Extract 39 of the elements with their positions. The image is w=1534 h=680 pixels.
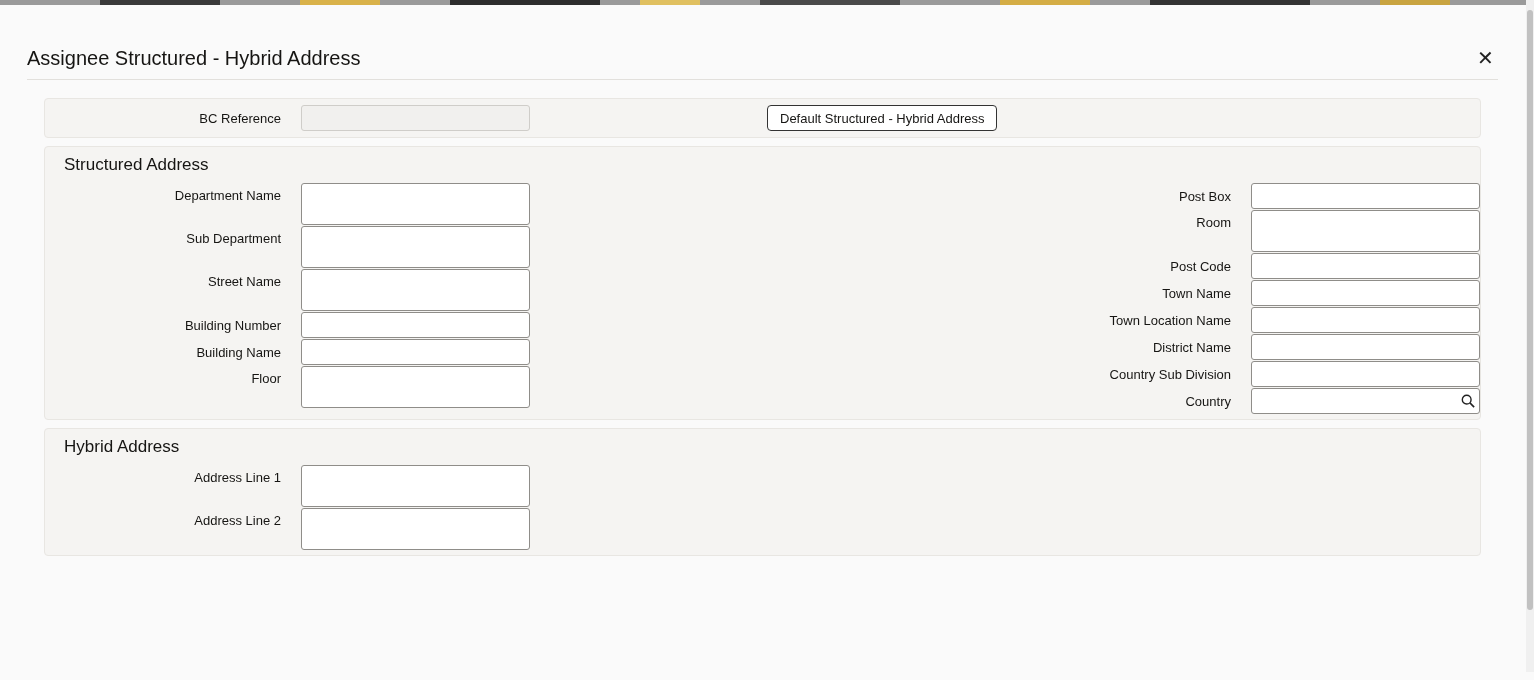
input-field[interactable] bbox=[1251, 183, 1480, 209]
field-label: Post Box bbox=[1177, 188, 1232, 204]
input-field[interactable] bbox=[301, 465, 530, 507]
scrollbar[interactable] bbox=[1526, 0, 1534, 672]
input-field[interactable] bbox=[301, 508, 530, 550]
close-button[interactable]: ✕ bbox=[1473, 47, 1498, 69]
input-field[interactable] bbox=[301, 226, 530, 268]
lookup-field[interactable] bbox=[1251, 388, 1480, 414]
field-label: Street Name bbox=[207, 273, 282, 289]
input-field[interactable] bbox=[1251, 280, 1480, 306]
input-field[interactable] bbox=[1251, 307, 1480, 333]
input-field[interactable] bbox=[301, 183, 530, 225]
input-field[interactable] bbox=[1251, 210, 1480, 252]
dialog-title: Assignee Structured - Hybrid Address bbox=[27, 46, 361, 71]
field-label: Building Number bbox=[183, 317, 282, 333]
input-field[interactable] bbox=[1251, 334, 1480, 360]
field-label: Town Location Name bbox=[1108, 312, 1232, 328]
input-field[interactable] bbox=[301, 366, 530, 408]
field-label: Department Name bbox=[173, 187, 282, 203]
search-icon[interactable] bbox=[1461, 394, 1475, 408]
section-title: Structured Address bbox=[64, 155, 210, 175]
section-title: Hybrid Address bbox=[64, 437, 181, 457]
input-field[interactable] bbox=[301, 339, 530, 365]
field-label: District Name bbox=[1152, 339, 1232, 355]
field-label: Town Name bbox=[1161, 285, 1232, 301]
field-label: BC Reference bbox=[198, 110, 282, 126]
field-label: Address Line 1 bbox=[193, 469, 282, 485]
input-field[interactable] bbox=[301, 312, 530, 338]
field-label: Floor bbox=[250, 370, 282, 386]
input-field[interactable] bbox=[1251, 361, 1480, 387]
field-label: Sub Department bbox=[185, 230, 282, 246]
input-field[interactable] bbox=[301, 269, 530, 311]
field-label: Building Name bbox=[195, 344, 282, 360]
input-field[interactable] bbox=[1251, 253, 1480, 279]
field-label: Address Line 2 bbox=[193, 512, 282, 528]
field-label: Post Code bbox=[1169, 258, 1232, 274]
field-label: Room bbox=[1195, 214, 1232, 230]
field-label: Country bbox=[1184, 393, 1232, 409]
field-label: Country Sub Division bbox=[1108, 366, 1232, 382]
